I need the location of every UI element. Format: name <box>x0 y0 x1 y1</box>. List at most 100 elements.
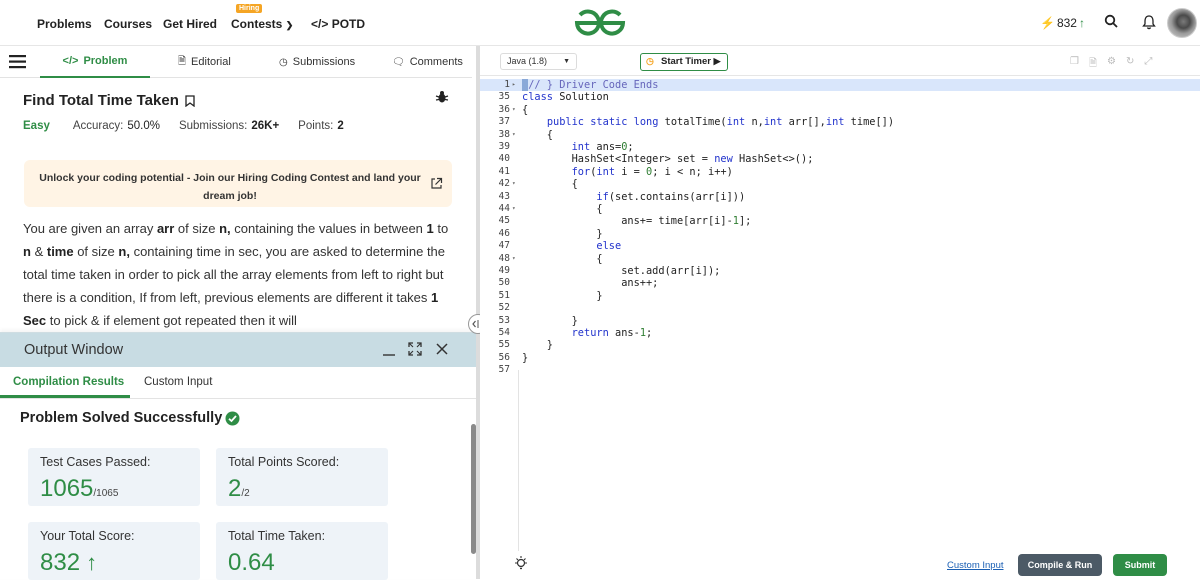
start-timer-button[interactable]: ◷ Start Timer ▶ <box>640 53 728 71</box>
bolt-icon: ⚡ <box>1040 16 1055 30</box>
line-number: 49 <box>498 265 510 276</box>
compile-run-button[interactable]: Compile & Run <box>1018 554 1102 576</box>
submit-button[interactable]: Submit <box>1113 554 1167 576</box>
line-number: 54 <box>498 327 510 338</box>
reset-icon[interactable]: ↻ <box>1126 56 1134 73</box>
tab-custom-input[interactable]: Custom Input <box>144 376 212 388</box>
external-link-icon[interactable] <box>430 177 443 190</box>
copy-icon[interactable]: ❐ <box>1070 56 1079 73</box>
gfg-logo-icon[interactable] <box>573 8 627 38</box>
code-line[interactable]: 48 ▾ { <box>480 253 1200 265</box>
fold-toggle-icon[interactable]: ▾ <box>512 203 516 215</box>
file-icon[interactable]: 🗎 <box>1089 56 1097 73</box>
code-text: { <box>522 252 603 265</box>
line-number: 40 <box>498 153 510 165</box>
nav-contests[interactable]: Contests ❯ <box>231 17 293 31</box>
editor-empty-area[interactable] <box>518 370 1200 551</box>
code-line[interactable]: 36 ▾ { <box>480 104 1200 116</box>
code-line[interactable]: 52 <box>480 302 1200 314</box>
output-window-title: Output Window <box>24 342 124 358</box>
tab-problem[interactable]: </> Problem <box>40 46 150 78</box>
output-tabs: Compilation Results Custom Input <box>0 367 476 399</box>
submissions-value: 26K+ <box>251 120 280 132</box>
code-line[interactable]: 39 int ans=0; <box>480 141 1200 153</box>
code-line[interactable]: 49 set.add(arr[i]); <box>480 265 1200 277</box>
code-line[interactable]: 54 return ans-1; <box>480 327 1200 339</box>
code-icon: </> <box>311 17 329 31</box>
hiring-contest-banner[interactable]: Unlock your coding potential - Join our … <box>24 160 452 207</box>
line-number: 42 <box>498 178 510 190</box>
code-text: } <box>522 227 603 240</box>
code-line[interactable]: 51 } <box>480 290 1200 302</box>
line-number: 44 <box>498 203 510 214</box>
code-line[interactable]: 35 class Solution <box>480 91 1200 103</box>
code-text: ↔// } Driver Code Ends <box>522 79 659 91</box>
code-line[interactable]: 38 ▾ { <box>480 129 1200 141</box>
line-number: 50 <box>498 277 510 289</box>
code-line[interactable]: 56} <box>480 352 1200 364</box>
tab-editorial-label: Editorial <box>191 56 231 68</box>
tab-compilation-results[interactable]: Compilation Results <box>13 376 124 388</box>
fold-toggle-icon[interactable]: ▾ <box>512 104 516 116</box>
code-text: } <box>522 351 529 364</box>
start-timer-label: Start Timer <box>661 56 711 67</box>
code-line[interactable]: 42 ▾ { <box>480 178 1200 190</box>
desc-bold: arr <box>156 221 175 236</box>
nav-contests-label: Contests <box>231 17 283 31</box>
code-line[interactable]: 41 for(int i = 0; i < n; i++) <box>480 166 1200 178</box>
top-navbar: Problems Courses Get Hired Hiring Contes… <box>0 0 1200 46</box>
code-line[interactable]: 47 else <box>480 240 1200 252</box>
hamburger-menu-icon[interactable] <box>9 54 26 69</box>
search-icon[interactable] <box>1104 14 1118 28</box>
accuracy-label: Accuracy: <box>72 120 124 132</box>
bookmark-icon[interactable] <box>185 94 195 107</box>
output-window: Output Window Compilation Results Custom… <box>0 332 476 580</box>
fullscreen-icon[interactable]: ⤢ <box>1144 56 1152 73</box>
code-line[interactable]: 45 ans+= time[arr[i]-1]; <box>480 215 1200 227</box>
code-line[interactable]: 37 public static long totalTime(int n,in… <box>480 116 1200 128</box>
bug-report-icon[interactable] <box>435 90 449 104</box>
accuracy-value: 50.0% <box>127 120 160 132</box>
editor-toolbar: Java (1.8) ▼ ◷ Start Timer ▶ ❐ 🗎 ⚙ ↻ ⤢ <box>480 46 1200 76</box>
tab-editorial[interactable]: 🗎 Editorial <box>178 46 231 78</box>
fold-toggle-icon[interactable]: ▸ <box>512 79 516 91</box>
result-status: Problem Solved Successfully <box>20 410 240 426</box>
nav-courses[interactable]: Courses <box>104 17 152 31</box>
nav-problems[interactable]: Problems <box>37 17 92 31</box>
code-text: for(int i = 0; i < n; i++) <box>571 165 733 178</box>
streak-counter[interactable]: ⚡ 832 ↑ <box>1040 16 1085 30</box>
avatar[interactable] <box>1167 8 1197 38</box>
code-line[interactable]: 40 HashSet<Integer> set = new HashSet<>(… <box>480 153 1200 165</box>
language-select[interactable]: Java (1.8) ▼ <box>500 53 577 70</box>
bell-icon[interactable] <box>1141 14 1157 30</box>
code-line[interactable]: 46 } <box>480 228 1200 240</box>
comment-icon: 🗨 <box>392 56 405 68</box>
code-line[interactable]: 1 ▸ ↔// } Driver Code Ends <box>480 79 1200 92</box>
settings-icon[interactable]: ⚙ <box>1107 56 1116 73</box>
code-line[interactable]: 44 ▾ { <box>480 203 1200 215</box>
chevron-down-icon: ❯ <box>285 20 294 30</box>
time-taken-card: Total Time Taken: 0.64 <box>216 522 388 580</box>
line-number: 57 <box>498 364 510 376</box>
minimize-icon[interactable] <box>382 345 396 357</box>
code-line[interactable]: 55 } <box>480 339 1200 351</box>
desc-text: to pick & if element got repeated then i… <box>46 313 297 328</box>
expand-icon[interactable] <box>408 342 422 356</box>
nav-potd[interactable]: </> POTD <box>311 17 365 31</box>
fold-toggle-icon[interactable]: ▾ <box>512 129 516 141</box>
tab-comments[interactable]: 🗨 Comments <box>392 46 463 78</box>
code-line[interactable]: 43 if(set.contains(arr[i])) <box>480 191 1200 203</box>
hiring-badge: Hiring <box>236 4 263 13</box>
code-line[interactable]: 53 } <box>480 315 1200 327</box>
code-line[interactable]: 50 ans++; <box>480 277 1200 289</box>
fold-toggle-icon[interactable]: ▾ <box>512 253 516 265</box>
fold-toggle-icon[interactable]: ▾ <box>512 178 516 190</box>
result-status-text: Problem Solved Successfully <box>20 410 223 426</box>
close-icon[interactable] <box>436 343 448 355</box>
nav-get-hired[interactable]: Get Hired <box>163 17 217 31</box>
line-number: 46 <box>498 227 510 239</box>
custom-input-link[interactable]: Custom Input <box>947 560 1004 571</box>
tab-submissions[interactable]: ◷ Submissions <box>279 46 355 78</box>
lightbulb-icon[interactable] <box>513 555 529 572</box>
play-icon: ▶ <box>713 56 721 66</box>
